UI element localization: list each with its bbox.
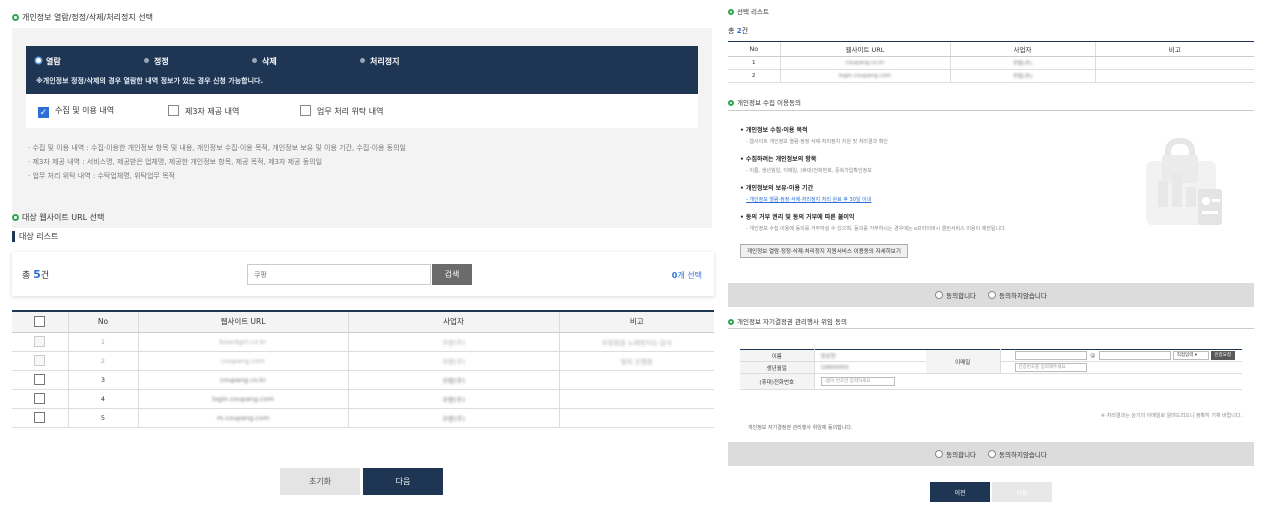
selected-list-title: 선택 리스트 (728, 6, 769, 16)
checkmark-icon: ✓ (38, 107, 49, 118)
section-bullet-icon (728, 9, 734, 15)
delegate-agree-radio[interactable]: 동의합니다 (935, 449, 976, 459)
detail-checkbox-row: ✓ 수집 및 이용 내역 제3자 제공 내역 업무 처리 위탁 내역 (26, 94, 698, 128)
delegate-consent-text: 개인정보 자기결정권 관리행사 위임에 동의합니다. (748, 425, 853, 431)
row-checkbox[interactable] (34, 412, 46, 423)
select-all-checkbox[interactable] (34, 316, 46, 328)
auth-code-input[interactable]: 인증번호를 입력해주세요 (1014, 363, 1087, 372)
consent-title: 개인정보 수집 이용동의 (728, 97, 801, 107)
check-third-party[interactable]: 제3자 제공 내역 (168, 105, 239, 117)
selected-count: 0개 선택 (671, 271, 702, 280)
request-notice: ※개인정보 정정/삭제의 경우 열람한 내역 정보가 있는 경우 신청 가능합니… (36, 77, 264, 85)
row-checkbox[interactable] (34, 374, 46, 385)
left-panel: 개인정보 열람/정정/삭제/처리정지 선택 열람 정정 삭제 처리정지 ※개인정… (0, 0, 720, 508)
email-domain-select[interactable]: 직접입력 ▾ (1172, 351, 1209, 360)
next-button[interactable]: 다음 (363, 468, 443, 495)
option-correct[interactable]: 정정 (144, 56, 169, 67)
table-row: 2 coupang.com 쿠팡(주) 탈퇴 진행중 (12, 351, 714, 371)
row-checkbox (34, 336, 46, 347)
col-url: 웹사이트 URL (138, 312, 349, 333)
table-row[interactable]: 3 coupang.co.kr 쿠팡(주) (12, 370, 714, 390)
option-view[interactable]: 열람 (36, 56, 61, 67)
desc-third-party: · 제3자 제공 내역 : 서비스명, 제공받은 업체명, 제공한 개인정보 항… (28, 158, 323, 166)
total-count: 총 5건 (22, 268, 50, 281)
search-input[interactable] (247, 264, 431, 285)
privacy-illustration-icon (1146, 138, 1222, 225)
selected-table: No 웹사이트 URL 사업자 비고 1 coupang.co.kr 쿠팡(주) 2… (728, 41, 1254, 83)
check-collection-use[interactable]: ✓ 수집 및 이용 내역 (38, 105, 114, 118)
request-type-bar: 열람 정정 삭제 처리정지 ※개인정보 정정/삭제의 경우 열람한 내역 정보가… (26, 46, 698, 94)
desc-collection: · 수집 및 이용 내역 : 수집·이용한 개인정보 항목 및 내용, 개인정보… (28, 144, 406, 152)
option-suspend[interactable]: 처리정지 (360, 56, 399, 67)
select-all-header[interactable] (12, 312, 69, 333)
row-checkbox (34, 355, 46, 366)
search-bar: 총 5건 검색 0개 선택 (12, 252, 714, 296)
email-id-input[interactable] (1014, 351, 1087, 360)
consent-agree-bar: 동의합니다 동의하지않습니다 (728, 283, 1254, 307)
option-delete[interactable]: 삭제 (252, 56, 277, 67)
disagree-radio[interactable]: 동의하지않습니다 (988, 290, 1047, 300)
target-list-title: 대상 리스트 (12, 231, 58, 242)
delegate-disagree-radio[interactable]: 동의하지않습니다 (988, 449, 1047, 459)
consent-box: • 개인정보 수집·이용 목적 - 웹사이트 개인정보 열람·정정·삭제·처리정… (728, 110, 1254, 307)
right-next-button[interactable]: 다음 (992, 482, 1052, 502)
section-bullet-icon (12, 14, 19, 21)
section-bullet-icon (728, 319, 734, 325)
section-title-request-type: 개인정보 열람/정정/삭제/처리정지 선택 (12, 12, 153, 23)
delegate-form: 이름 정성현 이메일 @ 직접입력 ▾ 인증요청 생년월일 19900000 인… (740, 349, 1242, 390)
table-row[interactable]: 5 m.coupang.com 쿠팡(주) (12, 408, 714, 428)
phone-input[interactable]: -없이 번호만 입력하세요 (820, 377, 895, 386)
col-no: No (68, 312, 139, 333)
section-bullet-icon (728, 100, 734, 106)
prev-button[interactable]: 이전 (930, 482, 990, 502)
delegate-box: 이름 정성현 이메일 @ 직접입력 ▾ 인증요청 생년월일 19900000 인… (728, 328, 1254, 466)
row-checkbox[interactable] (34, 393, 46, 404)
section-title-target-url: 대상 웹사이트 URL 선택 (12, 212, 104, 223)
col-biz: 사업자 (348, 312, 560, 333)
auth-request-button[interactable]: 인증요청 (1210, 351, 1236, 360)
col-note: 비고 (559, 312, 714, 333)
search-button[interactable]: 검색 (432, 264, 472, 285)
delegate-title: 개인정보 자기결정권 관리행사 위임 동의 (728, 316, 847, 326)
table-row: 1 boardgirl.co.kr 쿠팡(주) 부정회원 노래방지도·감사 (12, 332, 714, 352)
email-notice: ※ 처리결과는 상기의 이메일로 알려드리오니 정확히 기재 바랍니다. (1100, 413, 1242, 419)
delegate-agree-bar: 동의합니다 동의하지않습니다 (728, 442, 1254, 466)
email-domain-input[interactable] (1099, 351, 1171, 360)
selected-total: 총 2건 (728, 27, 749, 35)
agree-radio[interactable]: 동의합니다 (935, 290, 976, 300)
table-row: 2 login.coupang.com 쿠팡(주) (728, 69, 1254, 83)
reset-button[interactable]: 초기화 (280, 468, 360, 495)
check-outsourcing[interactable]: 업무 처리 위탁 내역 (300, 105, 384, 117)
consent-detail-button[interactable]: 개인정보 열람·정정·삭제·처리정지 지원서비스 이용동의 자세히보기 (740, 244, 908, 258)
target-table: No 웹사이트 URL 사업자 비고 1 boardgirl.co.kr 쿠팡(… (12, 310, 714, 428)
table-row: 1 coupang.co.kr 쿠팡(주) (728, 56, 1254, 70)
table-row[interactable]: 4 login.coupang.com 쿠팡(주) (12, 389, 714, 409)
section-bullet-icon (12, 214, 19, 221)
desc-outsourcing: · 업무 처리 위탁 내역 : 수탁업체명, 위탁업무 목적 (28, 172, 175, 180)
